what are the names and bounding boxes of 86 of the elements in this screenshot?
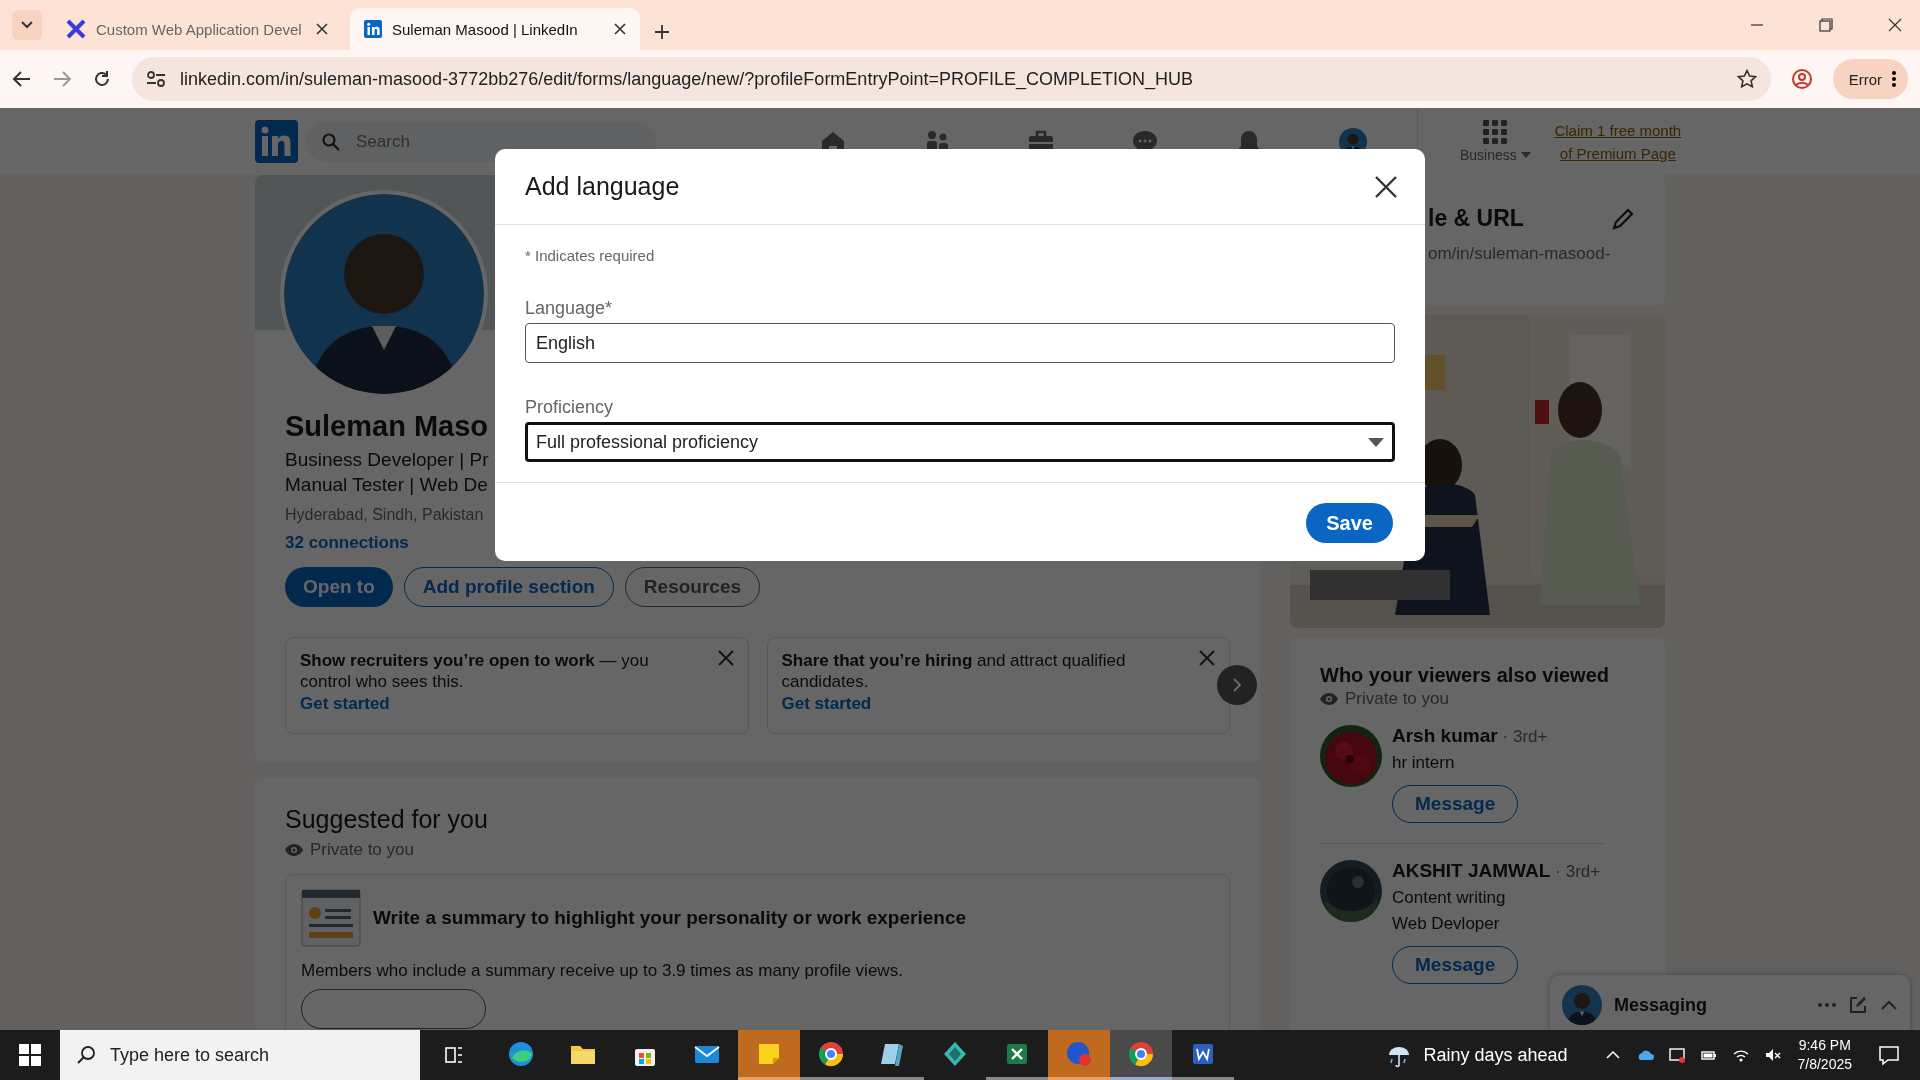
forward-icon[interactable]: [52, 69, 72, 89]
more-icon[interactable]: [1818, 1003, 1836, 1007]
messaging-bar[interactable]: Messaging: [1550, 975, 1910, 1030]
profile-name: Suleman Maso: [285, 410, 489, 443]
card-title: le & URL: [1428, 205, 1524, 232]
monitor-icon[interactable]: [1667, 1046, 1686, 1064]
location-text: Hyderabad, Sindh, Pakistan: [285, 506, 485, 524]
messaging-avatar: [1562, 985, 1602, 1025]
suggestion-title: Write a summary to highlight your personality or work experience: [373, 907, 967, 929]
profile-error-button[interactable]: Error: [1832, 59, 1908, 99]
language-field[interactable]: English: [525, 323, 1395, 363]
clock-time[interactable]: 9:46 PM: [1797, 1036, 1852, 1055]
person-name[interactable]: Arsh kumar: [1392, 725, 1498, 747]
privacy-text: Private to you: [310, 840, 414, 860]
tab-title: Custom Web Application Devel: [96, 20, 303, 38]
site-settings-icon[interactable]: [146, 70, 166, 88]
headline-text: Business Developer | Pr: [285, 448, 490, 472]
section-title: Suggested for you: [285, 805, 489, 834]
messaging-title: Messaging: [1614, 994, 1709, 1016]
weather-text[interactable]: Rainy days ahead: [1423, 1044, 1568, 1066]
add-section-button[interactable]: Add profile section: [403, 567, 614, 607]
privacy-text: Private to you: [1345, 689, 1449, 709]
required-note: * Indicates required: [525, 247, 656, 264]
caret-icon: [1520, 152, 1531, 158]
url-text: linkedin.com/in/suleman-masood-3772bb276/edit/forms/language/new/?profileFormEntryPoint=PROFILE_COMPLETION_HUB: [180, 68, 1194, 90]
card-title: Who your viewers also viewed: [1320, 664, 1610, 687]
apps-grid-icon[interactable]: [1483, 120, 1508, 144]
connection-degree: · 3rd+: [1555, 862, 1601, 882]
suggestion-text: Members who include a summary receive up to 3.9 times as many profile views.: [301, 961, 904, 981]
premium-link[interactable]: Claim 1 free month of Premium Page: [1552, 118, 1683, 165]
next-button[interactable]: [1217, 665, 1257, 705]
compose-icon[interactable]: [1848, 995, 1868, 1015]
get-started-link[interactable]: Get started: [781, 693, 872, 714]
bookmark-star-icon[interactable]: [1736, 69, 1757, 89]
linkedin-logo-icon: [364, 20, 382, 38]
back-icon[interactable]: [12, 69, 32, 89]
profile-url-text: om/in/suleman-masood-: [1428, 244, 1612, 264]
caret-icon: [1368, 437, 1384, 447]
notification-icon[interactable]: [1878, 1044, 1900, 1066]
chevron-right-icon: [1232, 677, 1242, 693]
reload-icon[interactable]: [92, 69, 112, 89]
person-name[interactable]: AKSHIT JAMWAL: [1392, 860, 1551, 882]
person-headline: Content writing: [1392, 888, 1507, 908]
close-icon[interactable]: [614, 23, 626, 35]
person-headline: hr intern: [1392, 753, 1456, 773]
person-headline: Web Devloper: [1392, 914, 1501, 934]
tab-title: Suleman Masood | LinkedIn: [392, 20, 579, 38]
prompt-text: Show recruiters you’re open to work — you control who sees this.: [300, 650, 650, 692]
message-button[interactable]: Message: [1392, 946, 1519, 984]
clock-date[interactable]: 7/8/2025: [1797, 1055, 1852, 1074]
new-tab-icon[interactable]: [654, 24, 670, 40]
tab-list-button[interactable]: [12, 10, 42, 40]
eye-icon: [285, 844, 303, 856]
open-to-button[interactable]: Open to: [285, 567, 393, 607]
taskbar-search-field[interactable]: Type here to search: [60, 1030, 420, 1080]
more-icon: [1892, 71, 1896, 87]
cross-logo-icon: [66, 19, 86, 39]
dialog-title: Add language: [525, 172, 680, 201]
close-icon[interactable]: [1888, 18, 1902, 32]
resources-button[interactable]: Resources: [624, 567, 761, 607]
windows-start-icon[interactable]: [19, 1044, 41, 1066]
chevron-down-icon: [20, 20, 34, 30]
task-view-icon[interactable]: [444, 1045, 464, 1065]
search-icon: [76, 1045, 96, 1065]
account-icon[interactable]: [1790, 68, 1813, 90]
profile-document-icon: [301, 889, 361, 947]
linkedin-logo-icon[interactable]: [255, 120, 298, 163]
address-bar[interactable]: linkedin.com/in/suleman-masood-3772bb276/edit/forms/language/new/?profileFormEntryPoint=PROFILE_COMPLETION_HUB: [132, 57, 1771, 101]
pencil-icon[interactable]: [1611, 206, 1635, 231]
restore-icon[interactable]: [1819, 18, 1833, 32]
message-button[interactable]: Message: [1392, 785, 1519, 823]
connection-degree: · 3rd+: [1502, 727, 1548, 747]
save-button[interactable]: Save: [1306, 503, 1393, 543]
close-icon[interactable]: [1375, 175, 1397, 198]
headline-text: Manual Tester | Web De: [285, 473, 489, 497]
browser-tab[interactable]: Custom Web Application Devel: [52, 8, 342, 50]
eye-icon: [1320, 693, 1338, 705]
get-started-link[interactable]: Get started: [300, 693, 390, 714]
field-label: Proficiency: [525, 397, 615, 418]
field-label: Language*: [525, 298, 614, 319]
close-icon[interactable]: [316, 23, 328, 35]
collapse-icon[interactable]: [1880, 999, 1898, 1011]
business-menu[interactable]: Business: [1460, 147, 1531, 163]
prompt-text: Share that you’re hiring and attract qualified candidates.: [781, 650, 1127, 692]
proficiency-dropdown[interactable]: Full professional proficiency: [525, 422, 1395, 462]
browser-tab[interactable]: Suleman Masood | LinkedIn: [350, 8, 640, 50]
